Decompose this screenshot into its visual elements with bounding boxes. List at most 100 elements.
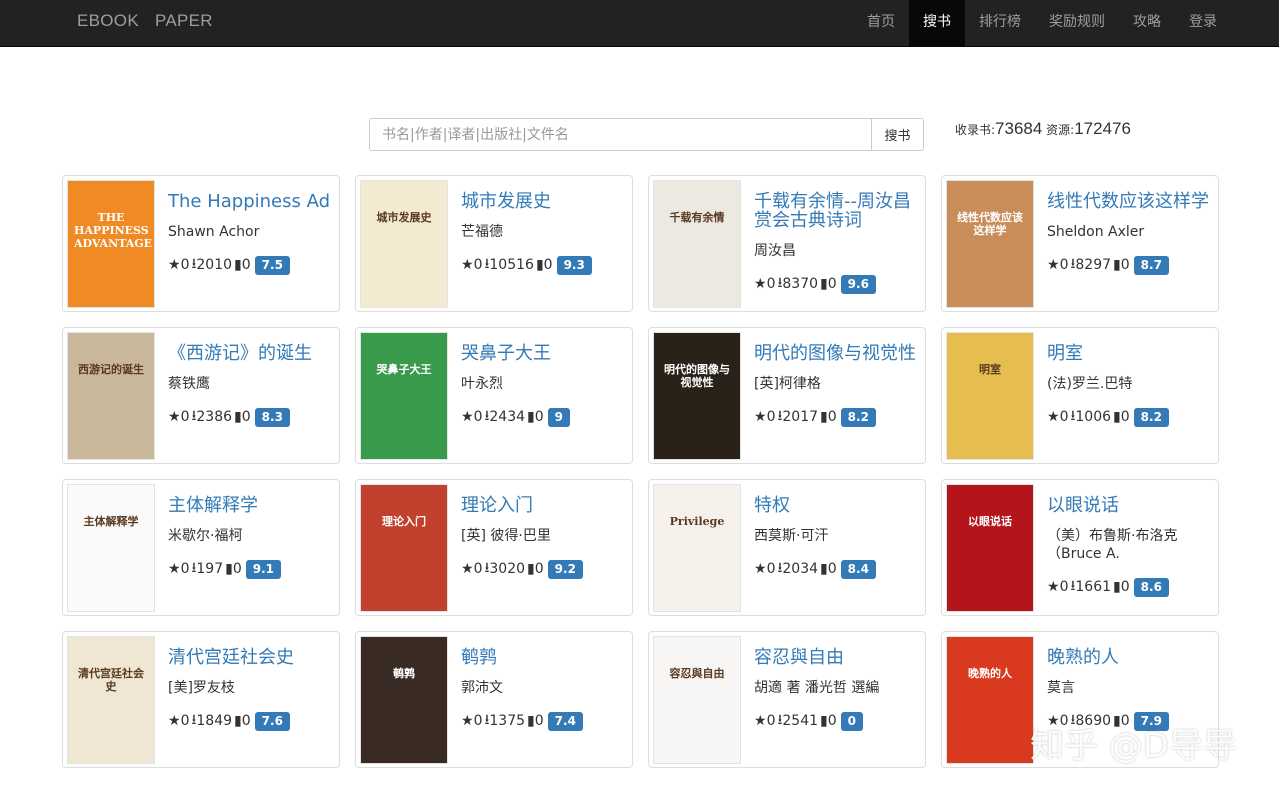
- star-icon: ★: [461, 257, 474, 273]
- book-card[interactable]: 晚熟的人 晚熟的人 莫言 ★ 0 ⭳ 8690 ▮ 0 7.9: [941, 631, 1219, 768]
- star-count: 0: [180, 713, 190, 729]
- score-badge: 8.6: [1133, 577, 1169, 597]
- cover-title: 哭鼻子大王: [376, 363, 432, 376]
- download-count: 197: [196, 561, 224, 577]
- book-card[interactable]: 西游记的诞生 《西游记》的诞生 蔡铁鹰 ★ 0 ⭳ 2386 ▮ 0 8.3: [62, 327, 340, 464]
- nav-item[interactable]: 首页: [853, 0, 909, 47]
- book-card[interactable]: 理论入门 理论入门 [英] 彼得·巴里 ★ 0 ⭳ 3020 ▮ 0 9.2: [355, 479, 633, 616]
- cover-title: 清代宫廷社会史: [78, 667, 144, 693]
- score-badge: 8.7: [1133, 255, 1169, 275]
- comment-count: 0: [1120, 713, 1130, 729]
- book-title-link[interactable]: 城市发展史: [461, 192, 624, 211]
- download-count: 8297: [1075, 257, 1112, 273]
- comment-count: 0: [827, 409, 837, 425]
- book-cover[interactable]: 千载有余情: [653, 180, 741, 308]
- book-title-link[interactable]: 清代宫廷社会史: [168, 648, 331, 667]
- book-cover[interactable]: 以眼说话: [946, 484, 1034, 612]
- comment-count: 0: [827, 276, 837, 292]
- book-cover[interactable]: 理论入门: [360, 484, 448, 612]
- book-cover[interactable]: 西游记的诞生: [67, 332, 155, 460]
- book-card[interactable]: 鹌鹑 鹌鹑 郭沛文 ★ 0 ⭳ 1375 ▮ 0 7.4: [355, 631, 633, 768]
- book-title-link[interactable]: 哭鼻子大王: [461, 344, 624, 363]
- book-cover[interactable]: 清代宫廷社会史: [67, 636, 155, 764]
- book-info: 哭鼻子大王 叶永烈 ★ 0 ⭳ 2434 ▮ 0 9: [461, 344, 624, 429]
- star-count: 0: [1059, 409, 1069, 425]
- score-badge: 7.5: [254, 255, 290, 275]
- book-meta: ★ 0 ⭳ 10516 ▮ 0 9.3: [461, 253, 624, 277]
- score-badge: 9: [547, 407, 571, 427]
- book-title-link[interactable]: 晚熟的人: [1047, 648, 1210, 667]
- book-author: 米歇尔·福柯: [168, 528, 243, 544]
- book-title-link[interactable]: 鹌鹑: [461, 648, 624, 667]
- book-cover[interactable]: 明室: [946, 332, 1034, 460]
- nav-item[interactable]: 搜书: [909, 0, 965, 47]
- score-badge: 9.2: [547, 559, 583, 579]
- star-count: 0: [766, 409, 776, 425]
- nav-item[interactable]: 登录: [1175, 0, 1231, 47]
- book-cover[interactable]: 主体解释学: [67, 484, 155, 612]
- book-card[interactable]: 清代宫廷社会史 清代宫廷社会史 [美]罗友枝 ★ 0 ⭳ 1849 ▮ 0 7.6: [62, 631, 340, 768]
- book-card[interactable]: THE HAPPINESS ADVANTAGE The Happiness Ad S…: [62, 175, 340, 312]
- resources-count-label: 资源:: [1046, 123, 1075, 137]
- book-title-link[interactable]: 千载有余情--周汝昌赏会古典诗词: [754, 192, 917, 230]
- book-card[interactable]: 千载有余情 千载有余情--周汝昌赏会古典诗词 周汝昌 ★ 0 ⭳ 8370 ▮ 0 9.6: [648, 175, 926, 312]
- book-cover[interactable]: 城市发展史: [360, 180, 448, 308]
- book-title-link[interactable]: 明室: [1047, 344, 1210, 363]
- nav-item[interactable]: 排行榜: [965, 0, 1035, 47]
- book-card[interactable]: 城市发展史 城市发展史 芒福德 ★ 0 ⭳ 10516 ▮ 0 9.3: [355, 175, 633, 312]
- comment-icon: ▮: [527, 713, 535, 729]
- book-author: （美）布鲁斯·布洛克（Bruce A.: [1047, 528, 1178, 562]
- star-icon: ★: [461, 561, 474, 577]
- comment-icon: ▮: [1113, 713, 1121, 729]
- book-title-link[interactable]: 主体解释学: [168, 496, 331, 515]
- search-button[interactable]: 搜书: [871, 118, 924, 151]
- book-card[interactable]: 主体解释学 主体解释学 米歇尔·福柯 ★ 0 ⭳ 197 ▮ 0 9.1: [62, 479, 340, 616]
- book-title-link[interactable]: The Happiness Ad: [168, 192, 331, 211]
- book-card[interactable]: 容忍與自由 容忍與自由 胡適 著 潘光哲 選編 ★ 0 ⭳ 2541 ▮ 0 0: [648, 631, 926, 768]
- book-cover[interactable]: Privilege: [653, 484, 741, 612]
- nav-item[interactable]: 攻略: [1119, 0, 1175, 47]
- book-title-link[interactable]: 理论入门: [461, 496, 624, 515]
- book-card[interactable]: 明代的图像与视觉性 明代的图像与视觉性 [英]柯律格 ★ 0 ⭳ 2017 ▮ 0 8.2: [648, 327, 926, 464]
- book-title-link[interactable]: 特权: [754, 496, 917, 515]
- download-count: 2017: [782, 409, 819, 425]
- book-author: 胡適 著 潘光哲 選編: [754, 680, 880, 696]
- book-title-link[interactable]: 容忍與自由: [754, 648, 917, 667]
- nav-item[interactable]: 奖励规则: [1035, 0, 1119, 47]
- book-card[interactable]: 以眼说话 以眼说话 （美）布鲁斯·布洛克（Bruce A. ★ 0 ⭳ 1661 ▮ 0 8.6: [941, 479, 1219, 616]
- comment-count: 0: [534, 561, 544, 577]
- book-cover[interactable]: THE HAPPINESS ADVANTAGE: [67, 180, 155, 308]
- star-count: 0: [473, 713, 483, 729]
- book-info: 线性代数应该这样学 Sheldon Axler ★ 0 ⭳ 8297 ▮ 0 8.7: [1047, 192, 1210, 277]
- book-card[interactable]: 明室 明室 (法)罗兰.巴特 ★ 0 ⭳ 1006 ▮ 0 8.2: [941, 327, 1219, 464]
- star-icon: ★: [461, 409, 474, 425]
- book-cover[interactable]: 鹌鹑: [360, 636, 448, 764]
- brand-word-ebook: EBOOK: [77, 11, 139, 30]
- book-card[interactable]: Privilege 特权 西莫斯·可汗 ★ 0 ⭳ 2034 ▮ 0 8.4: [648, 479, 926, 616]
- book-card[interactable]: 线性代数应该这样学 线性代数应该这样学 Sheldon Axler ★ 0 ⭳ 8297 ▮ 0…: [941, 175, 1219, 312]
- comment-count: 0: [827, 713, 837, 729]
- book-author: [英]柯律格: [754, 376, 821, 392]
- book-title-link[interactable]: 以眼说话: [1047, 496, 1210, 515]
- star-count: 0: [180, 561, 190, 577]
- book-author: 莫言: [1047, 680, 1075, 696]
- book-author: 芒福德: [461, 224, 503, 240]
- book-card[interactable]: 哭鼻子大王 哭鼻子大王 叶永烈 ★ 0 ⭳ 2434 ▮ 0 9: [355, 327, 633, 464]
- book-title-link[interactable]: 明代的图像与视觉性: [754, 344, 917, 363]
- book-cover[interactable]: 容忍與自由: [653, 636, 741, 764]
- star-count: 0: [766, 276, 776, 292]
- book-cover[interactable]: 哭鼻子大王: [360, 332, 448, 460]
- book-cover[interactable]: 晚熟的人: [946, 636, 1034, 764]
- comment-count: 0: [241, 409, 251, 425]
- score-badge: 8.2: [1133, 407, 1169, 427]
- brand-logo[interactable]: EBOOK PAPER: [77, 11, 213, 31]
- star-count: 0: [180, 409, 190, 425]
- search-input[interactable]: [369, 118, 871, 151]
- book-cover[interactable]: 明代的图像与视觉性: [653, 332, 741, 460]
- cover-title: 城市发展史: [376, 211, 432, 224]
- download-count: 2541: [782, 713, 819, 729]
- book-title-link[interactable]: 《西游记》的诞生: [168, 344, 331, 363]
- book-cover[interactable]: 线性代数应该这样学: [946, 180, 1034, 308]
- star-icon: ★: [168, 409, 181, 425]
- book-title-link[interactable]: 线性代数应该这样学: [1047, 192, 1210, 211]
